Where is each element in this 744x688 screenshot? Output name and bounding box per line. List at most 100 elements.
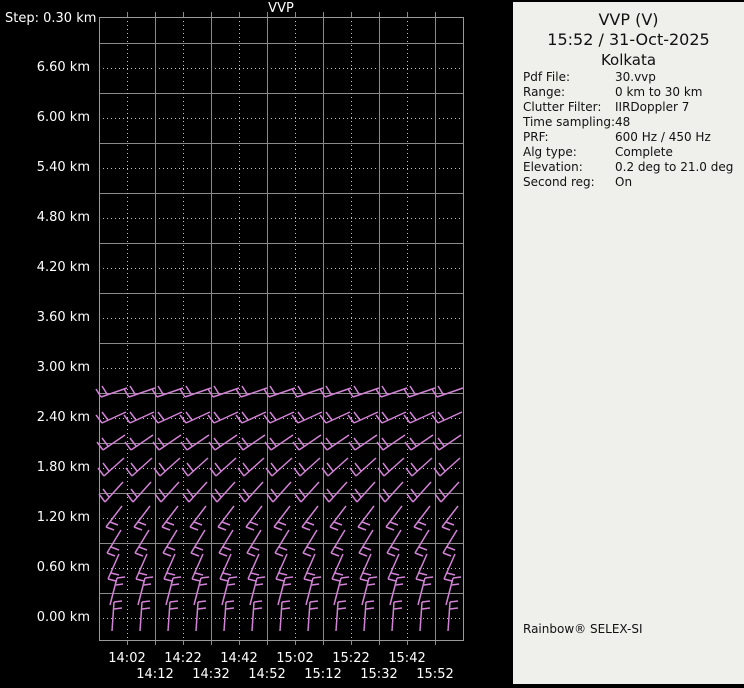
wind-barb-stroke: [106, 552, 116, 557]
wind-barb: [221, 576, 238, 606]
field-label: Second reg:: [523, 175, 595, 189]
field-label: Time sampling:: [523, 115, 616, 129]
wind-barb-stroke: [437, 437, 445, 447]
field-label: PRF:: [523, 130, 549, 144]
wind-barb-stroke: [349, 467, 357, 477]
wind-barb: [264, 434, 294, 451]
wind-barb-stroke: [113, 607, 123, 610]
wind-barb-stroke: [334, 572, 344, 576]
wind-barb: [417, 576, 434, 606]
wind-barb-stroke: [449, 607, 459, 610]
wind-barb-stroke: [443, 578, 453, 582]
wind-barb-stroke: [242, 462, 250, 472]
wind-barb-stroke: [103, 457, 125, 477]
wind-barb-stroke: [445, 521, 455, 526]
y-axis-label: 1.80 km: [36, 460, 90, 475]
footer-brand: Rainbow® SELEX-SI: [523, 622, 643, 636]
wind-barb-stroke: [270, 462, 278, 472]
wind-barb-stroke: [132, 481, 152, 503]
wind-barb-stroke: [410, 462, 418, 472]
field-value: 48: [615, 115, 631, 129]
wind-barb-stroke: [297, 411, 305, 421]
wind-barb: [209, 457, 237, 477]
wind-barb-stroke: [197, 607, 207, 610]
wind-barb-stroke: [185, 437, 193, 447]
wind-barb: [263, 385, 296, 398]
wind-barb-stroke: [213, 385, 220, 395]
wind-barb: [208, 434, 238, 451]
wind-barb-stroke: [200, 576, 210, 579]
wind-barb-stroke: [165, 577, 174, 606]
wind-barb: [322, 481, 348, 503]
wind-barb-stroke: [269, 411, 277, 421]
wind-barb-stroke: [237, 467, 245, 477]
wind-barb-stroke: [389, 521, 399, 526]
wind-barb-stroke: [269, 385, 276, 395]
wind-barb: [376, 434, 406, 451]
wind-barb-stroke: [191, 578, 201, 582]
wind-barb-stroke: [281, 600, 291, 603]
wind-barb: [251, 600, 263, 632]
wind-barb: [235, 385, 268, 398]
x-axis-label: 14:12: [136, 667, 174, 682]
y-axis-label: 3.60 km: [36, 310, 90, 325]
wind-barb: [319, 385, 352, 398]
wind-barb-stroke: [421, 607, 431, 610]
wind-barb-stroke: [215, 457, 237, 477]
wind-barb-stroke: [330, 552, 340, 557]
wind-barb: [247, 553, 260, 582]
wind-barb-stroke: [217, 526, 227, 531]
wind-barb: [151, 411, 183, 424]
wind-barb-stroke: [138, 546, 148, 551]
wind-barb-stroke: [328, 481, 348, 503]
wind-barb-stroke: [452, 576, 462, 579]
wind-barb-stroke: [116, 576, 126, 579]
wind-barb-stroke: [281, 607, 291, 610]
wind-barb-stroke: [333, 577, 342, 606]
wind-barb-stroke: [412, 481, 432, 503]
wind-barb: [210, 481, 236, 503]
wind-barb: [98, 481, 124, 503]
wind-barb: [179, 385, 212, 398]
wind-barb-stroke: [384, 481, 404, 503]
wind-barb: [320, 434, 350, 451]
y-axis-label: 5.40 km: [36, 160, 90, 175]
x-axis-label: 14:52: [248, 667, 286, 682]
wind-barb-stroke: [241, 385, 248, 395]
wind-barb-stroke: [250, 572, 260, 576]
wind-barb: [179, 411, 211, 424]
wind-barb: [126, 481, 152, 503]
wind-barb: [123, 385, 156, 398]
y-axis-label: 2.40 km: [36, 410, 90, 425]
wind-barb-stroke: [158, 462, 166, 472]
wind-barb-stroke: [301, 526, 311, 531]
step-label: Step: 0.30 km: [5, 11, 97, 26]
wind-barb: [443, 553, 456, 582]
wind-barb-stroke: [125, 467, 133, 477]
wind-barb-stroke: [135, 578, 145, 582]
wind-barb-stroke: [331, 578, 341, 582]
wind-barb: [321, 457, 349, 477]
wind-barb-stroke: [185, 385, 192, 395]
wind-barb-stroke: [438, 462, 446, 472]
wind-barb-stroke: [297, 385, 304, 395]
wind-barb-stroke: [251, 601, 255, 632]
wind-barb-stroke: [306, 546, 316, 551]
wind-barb-stroke: [157, 411, 165, 421]
wind-barb-stroke: [309, 600, 319, 603]
wind-barb-stroke: [250, 546, 260, 551]
wind-barb: [139, 600, 151, 632]
y-axis-label: 6.00 km: [36, 110, 90, 125]
wind-barb: [319, 411, 351, 424]
wind-barb: [137, 576, 154, 606]
wind-barb-stroke: [169, 600, 179, 603]
wind-barb-stroke: [246, 552, 256, 557]
wind-barb: [404, 434, 434, 451]
wind-barb-stroke: [325, 437, 333, 447]
x-axis-label: 14:22: [164, 651, 202, 666]
panel-field-row: Range: 0 km to 30 km: [523, 85, 742, 100]
wind-barb-stroke: [362, 546, 372, 551]
panel-field-row: Elevation: 0.2 deg to 21.0 deg: [523, 160, 742, 175]
wind-barb: [219, 553, 232, 582]
wind-barb: [193, 576, 210, 606]
